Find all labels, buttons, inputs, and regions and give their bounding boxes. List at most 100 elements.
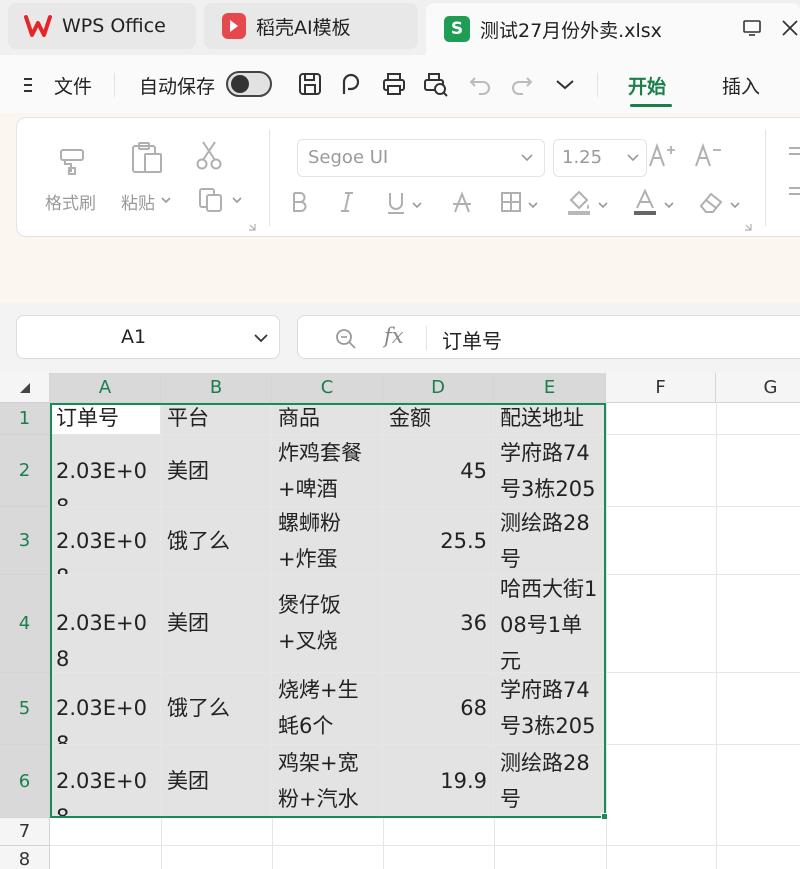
fill-handle[interactable] xyxy=(601,813,608,820)
cell-e4[interactable]: 哈西大街108号1单元 xyxy=(494,575,606,673)
tab-start[interactable]: 开始 xyxy=(628,72,666,99)
font-color-icon[interactable] xyxy=(631,188,659,216)
print-preview-icon[interactable] xyxy=(423,70,449,98)
strikethrough-icon[interactable] xyxy=(451,190,473,216)
cell-d3[interactable]: 25.5 xyxy=(383,507,494,575)
column-header-a[interactable]: A xyxy=(50,373,161,403)
file-menu[interactable]: 文件 xyxy=(54,72,92,99)
cell-e2[interactable]: 学府路74号3栋205 xyxy=(494,435,606,507)
cell-d4[interactable]: 36 xyxy=(383,575,494,673)
cell-a5[interactable]: 2.03E+08 xyxy=(50,673,161,745)
tab-daoke-ai-templates[interactable]: 稻壳AI模板 xyxy=(204,3,418,49)
cell-c3[interactable]: 螺蛳粉+炸蛋 xyxy=(272,507,383,575)
cell-a3[interactable]: 2.03E+08 xyxy=(50,507,161,575)
format-painter-icon[interactable] xyxy=(55,142,89,176)
format-painter-label[interactable]: 格式刷 xyxy=(45,189,96,214)
cell-c2[interactable]: 炸鸡套餐+啤酒 xyxy=(272,435,383,507)
print-icon[interactable] xyxy=(381,70,407,98)
column-header-e[interactable]: E xyxy=(494,373,606,403)
row-header-8[interactable]: 8 xyxy=(0,846,50,869)
close-icon[interactable] xyxy=(780,19,800,37)
tab-label: 测试27月份外卖.xlsx xyxy=(480,19,662,42)
cut-icon[interactable] xyxy=(195,140,223,170)
cell-b6[interactable]: 美团 xyxy=(161,745,272,818)
clear-format-eraser-icon[interactable] xyxy=(697,188,725,216)
row-header-7[interactable]: 7 xyxy=(0,818,50,846)
bold-icon[interactable] xyxy=(289,190,309,214)
tab-wps-office[interactable]: WPS Office xyxy=(8,3,196,49)
save-icon[interactable] xyxy=(297,70,323,98)
italic-icon[interactable] xyxy=(337,190,357,214)
zoom-search-icon[interactable] xyxy=(334,327,358,351)
cell-b1[interactable]: 平台 xyxy=(161,403,272,435)
undo-icon[interactable] xyxy=(467,70,493,98)
cell-d1[interactable]: 金额 xyxy=(383,403,494,435)
cell-c4[interactable]: 煲仔饭+叉烧 xyxy=(272,575,383,673)
select-all-corner[interactable] xyxy=(0,373,50,403)
menu-list-icon[interactable] xyxy=(22,75,38,95)
cell-b4[interactable]: 美团 xyxy=(161,575,272,673)
column-header-g[interactable]: G xyxy=(716,373,800,403)
chevron-down-icon[interactable] xyxy=(527,200,539,210)
active-tab-indicator xyxy=(630,104,672,107)
cell-b3[interactable]: 饿了么 xyxy=(161,507,272,575)
cell-e1[interactable]: 配送地址 xyxy=(494,403,606,435)
share-link-icon[interactable] xyxy=(339,70,365,98)
chevron-down-icon[interactable] xyxy=(411,200,423,210)
row-header-2[interactable]: 2 xyxy=(0,435,50,507)
name-box[interactable]: A1 xyxy=(16,315,280,359)
redo-icon[interactable] xyxy=(509,70,535,98)
borders-icon[interactable] xyxy=(499,190,523,214)
chevron-down-icon[interactable] xyxy=(253,332,269,344)
font-name-dropdown[interactable]: Segoe UI xyxy=(297,139,545,177)
column-header-b[interactable]: B xyxy=(161,373,272,403)
cell-b2[interactable]: 美团 xyxy=(161,435,272,507)
row-header-6[interactable]: 6 xyxy=(0,745,50,818)
row-header-4[interactable]: 4 xyxy=(0,575,50,673)
copy-icon[interactable] xyxy=(197,186,225,214)
formula-input[interactable]: fx 订单号 xyxy=(297,315,800,359)
cell-a1[interactable]: 订单号 xyxy=(50,403,161,435)
row-header-5[interactable]: 5 xyxy=(0,673,50,745)
paste-label[interactable]: 粘贴 xyxy=(121,189,155,214)
chevron-down-icon[interactable] xyxy=(231,195,243,205)
chevron-down-icon[interactable] xyxy=(729,200,741,210)
chevron-down-icon[interactable] xyxy=(597,200,609,210)
window-restore-icon[interactable] xyxy=(742,19,762,37)
dialog-launcher-icon[interactable] xyxy=(247,222,257,232)
tab-insert[interactable]: 插入 xyxy=(722,72,760,99)
cell-e5[interactable]: 学府路74号3栋205 xyxy=(494,673,606,745)
underline-icon[interactable] xyxy=(385,190,407,216)
column-header-c[interactable]: C xyxy=(272,373,383,403)
tab-current-spreadsheet[interactable]: S 测试27月份外卖.xlsx xyxy=(426,3,800,55)
cell-d2[interactable]: 45 xyxy=(383,435,494,507)
row-header-3[interactable]: 3 xyxy=(0,507,50,575)
increase-font-size-icon[interactable] xyxy=(647,142,677,170)
cell-c5[interactable]: 烧烤+生蚝6个 xyxy=(272,673,383,745)
dialog-launcher-icon[interactable] xyxy=(743,222,753,232)
chevron-down-icon[interactable] xyxy=(552,70,578,98)
cell-e3[interactable]: 测绘路28号 xyxy=(494,507,606,575)
cell-c1[interactable]: 商品 xyxy=(272,403,383,435)
column-header-f[interactable]: F xyxy=(606,373,716,403)
cell-d5[interactable]: 68 xyxy=(383,673,494,745)
align-lines-icon[interactable] xyxy=(785,144,800,204)
cell-a6[interactable]: 2.03E+08 xyxy=(50,745,161,818)
row-header-1[interactable]: 1 xyxy=(0,403,50,435)
cell-a4[interactable]: 2.03E+08 xyxy=(50,575,161,673)
cell-d6[interactable]: 19.9 xyxy=(383,745,494,818)
cell-c6[interactable]: 鸡架+宽粉+汽水 xyxy=(272,745,383,818)
chevron-down-icon[interactable] xyxy=(160,195,172,205)
cell-e6[interactable]: 测绘路28号 xyxy=(494,745,606,818)
paste-icon[interactable] xyxy=(129,140,165,176)
insert-function-icon[interactable]: fx xyxy=(384,324,404,348)
decrease-font-size-icon[interactable] xyxy=(693,142,723,170)
font-size-dropdown[interactable]: 1.25 xyxy=(553,139,647,177)
fill-color-icon[interactable] xyxy=(565,188,593,216)
cell-a2[interactable]: 2.03E+08 xyxy=(50,435,161,507)
cell-b5[interactable]: 饿了么 xyxy=(161,673,272,745)
chevron-down-icon[interactable] xyxy=(663,200,675,210)
divider xyxy=(597,73,598,97)
column-header-d[interactable]: D xyxy=(383,373,494,403)
autosave-toggle[interactable] xyxy=(226,71,272,97)
